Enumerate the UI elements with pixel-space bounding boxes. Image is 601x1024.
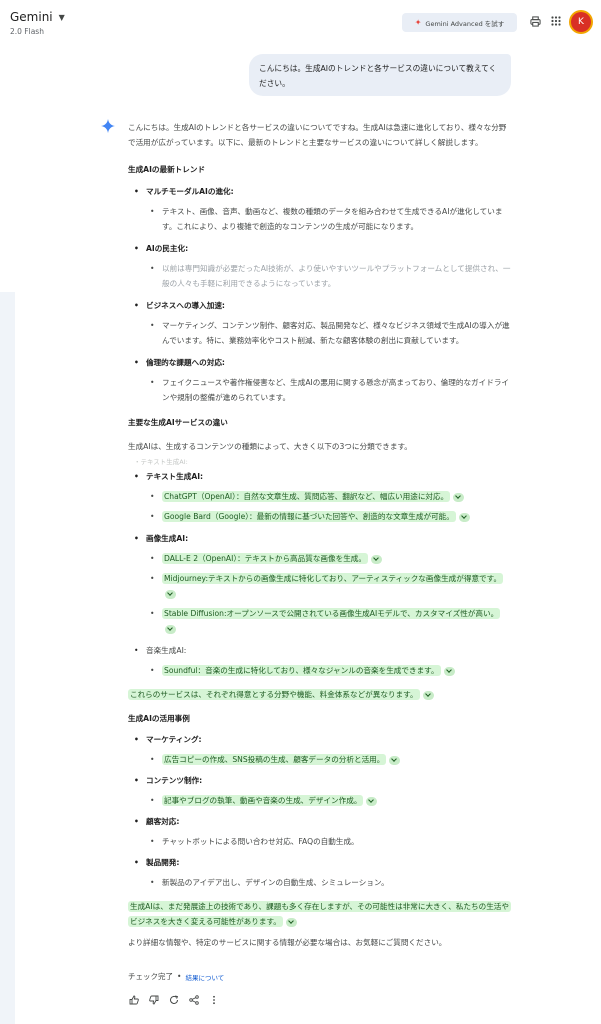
more-vertical-icon xyxy=(213,995,215,1005)
source-item: Stable Diffusion:オープンソースで公開されている画像生成AIモデ… xyxy=(128,606,513,636)
chevron-down-icon[interactable] xyxy=(165,624,176,634)
chevron-down-icon[interactable] xyxy=(443,666,455,676)
trend-title: AIの民主化: xyxy=(128,241,513,256)
source-item: DALL-E 2（OpenAI）：テキストから高品質な画像を生成。 xyxy=(128,551,513,566)
thumbs-down-button[interactable] xyxy=(148,994,160,1006)
model-switcher[interactable]: Gemini ▼ 2.0 Flash xyxy=(10,10,65,36)
sidebar-rail xyxy=(0,292,15,1024)
use-case-title: 顧客対応: xyxy=(128,814,513,829)
source-item: ChatGPT（OpenAI）：自然な文章生成、質問応答、翻訳など、幅広い用途に… xyxy=(128,489,513,504)
use-case-title: 製品開発: xyxy=(128,855,513,870)
grounded-highlight[interactable]: 生成AIは、まだ発展途上の技術であり、課題も多く存在しますが、その可能性は非常に… xyxy=(128,901,511,927)
use-cases-heading: 生成AIの活用事例 xyxy=(128,714,190,723)
category-title: テキスト生成AI: xyxy=(128,469,513,484)
more-options-button[interactable] xyxy=(208,994,220,1006)
apps-grid-icon xyxy=(551,16,561,26)
user-message-bubble: こんにちは。生成AIのトレンドと各サービスの違いについて教えてください。 xyxy=(249,54,511,96)
apps-button[interactable] xyxy=(549,14,563,28)
trend-title: 倫理的な課題への対応: xyxy=(128,355,513,370)
category-title: 画像生成AI: xyxy=(128,531,513,546)
chevron-down-icon[interactable] xyxy=(422,690,434,700)
grounded-highlight[interactable]: Soundful：音楽の生成に特化しており、様々なジャンルの音楽を生成できます。 xyxy=(162,665,441,676)
use-case-detail: チャットボットによる問い合わせ対応、FAQの自動生成。 xyxy=(128,834,513,849)
temporary-chat-button[interactable] xyxy=(528,14,542,28)
check-complete-label: チェック完了 xyxy=(128,972,173,981)
share-icon xyxy=(189,995,199,1005)
source-item: Midjourney:テキストからの画像生成に特化しており、アーティスティックな… xyxy=(128,571,513,601)
trend-title: マルチモーダルAIの進化: xyxy=(128,184,513,199)
account-avatar[interactable]: K xyxy=(571,12,591,32)
trend-detail: 以前は専門知識が必要だったAI技術が、より使いやすいツールやプラットフォームとし… xyxy=(128,261,513,291)
chevron-down-icon[interactable] xyxy=(366,796,378,806)
gemini-spark-icon xyxy=(101,119,115,133)
grounded-highlight[interactable]: これらのサービスは、それぞれ得意とする分野や機能、料金体系などが異なります。 xyxy=(128,689,420,700)
ghost-line: ・テキスト生成AI: xyxy=(134,458,188,466)
chevron-down-icon[interactable] xyxy=(285,917,297,927)
services-intro: 生成AIは、生成するコンテンツの種類によって、大きく以下の3つに分類できます。 xyxy=(128,442,412,451)
grounded-highlight[interactable]: 広告コピーの作成、SNS投稿の生成、顧客データの分析と活用。 xyxy=(162,754,387,765)
chevron-down-icon[interactable] xyxy=(371,554,382,564)
try-advanced-button[interactable]: ✦ Gemini Advanced を試す xyxy=(402,13,517,32)
chevron-down-icon[interactable] xyxy=(165,589,176,599)
thumbs-up-icon xyxy=(129,995,139,1005)
try-advanced-label: Gemini Advanced を試す xyxy=(425,19,505,28)
use-case-detail: 広告コピーの作成、SNS投稿の生成、顧客データの分析と活用。 xyxy=(128,752,513,767)
grounded-highlight[interactable]: DALL-E 2（OpenAI）：テキストから高品質な画像を生成。 xyxy=(162,553,368,564)
grounded-highlight[interactable]: Stable Diffusion:オープンソースで公開されている画像生成AIモデ… xyxy=(162,608,501,619)
response-intro: こんにちは。生成AIのトレンドと各サービスの違いについてですね。生成AIは急速に… xyxy=(128,123,507,147)
services-summary: これらのサービスは、それぞれ得意とする分野や機能、料金体系などが異なります。 xyxy=(128,687,513,702)
caret-down-icon: ▼ xyxy=(58,12,65,22)
double-check-status: チェック完了 • 結果について xyxy=(128,971,224,982)
sparkle-icon: ✦ xyxy=(414,18,422,27)
source-item: Soundful：音楽の生成に特化しており、様々なジャンルの音楽を生成できます。 xyxy=(128,663,513,678)
app-name: Gemini xyxy=(10,10,53,24)
grounded-highlight[interactable]: Google Bard（Google）：最新の情報に基づいた回答や、創造的な文章… xyxy=(162,511,456,522)
regenerate-button[interactable] xyxy=(168,994,180,1006)
category-title: 音楽生成AI: xyxy=(128,643,513,658)
model-label: 2.0 Flash xyxy=(10,27,44,36)
grounded-highlight[interactable]: Midjourney:テキストからの画像生成に特化しており、アーティスティックな… xyxy=(162,573,504,584)
source-item: Google Bard（Google）：最新の情報に基づいた回答や、創造的な文章… xyxy=(128,509,513,524)
printer-icon xyxy=(529,15,541,27)
use-case-detail: 記事やブログの執筆、動画や音楽の生成、デザイン作成。 xyxy=(128,793,513,808)
refresh-icon xyxy=(170,995,179,1004)
conclusion: 生成AIは、まだ発展途上の技術であり、課題も多く存在しますが、その可能性は非常に… xyxy=(128,899,513,929)
chevron-down-icon[interactable] xyxy=(389,755,401,765)
services-heading: 主要な生成AIサービスの違い xyxy=(128,418,228,427)
chevron-down-icon[interactable] xyxy=(453,492,465,502)
trend-detail: マーケティング、コンテンツ制作、顧客対応、製品開発など、様々なビジネス領域で生成… xyxy=(128,318,513,348)
share-button[interactable] xyxy=(188,994,200,1006)
trend-detail: フェイクニュースや著作権侵害など、生成AIの悪用に関する懸念が高まっており、倫理… xyxy=(128,375,513,405)
use-case-detail: 新製品のアイデア出し、デザインの自動生成、シミュレーション。 xyxy=(128,875,513,890)
trend-detail: テキスト、画像、音声、動画など、複数の種類のデータを組み合わせて生成できるAIが… xyxy=(128,204,513,234)
use-case-title: コンテンツ制作: xyxy=(128,773,513,788)
use-case-title: マーケティング: xyxy=(128,732,513,747)
model-response: こんにちは。生成AIのトレンドと各サービスの違いについてですね。生成AIは急速に… xyxy=(128,120,513,950)
separator-dot: • xyxy=(177,972,182,981)
thumbs-up-button[interactable] xyxy=(128,994,140,1006)
closing-text: より詳細な情報や、特定のサービスに関する情報が必要な場合は、お気軽にご質問くださ… xyxy=(128,938,447,947)
thumbs-down-icon xyxy=(149,995,159,1005)
chevron-down-icon[interactable] xyxy=(458,512,470,522)
top-bar: Gemini ▼ 2.0 Flash ✦ Gemini Advanced を試す… xyxy=(0,0,601,44)
trend-title: ビジネスへの導入加速: xyxy=(128,298,513,313)
trends-heading: 生成AIの最新トレンド xyxy=(128,165,206,174)
grounded-highlight[interactable]: ChatGPT（OpenAI）：自然な文章生成、質問応答、翻訳など、幅広い用途に… xyxy=(162,491,451,502)
grounded-highlight[interactable]: 記事やブログの執筆、動画や音楽の生成、デザイン作成。 xyxy=(162,795,364,806)
about-results-link[interactable]: 結果について xyxy=(185,972,224,982)
response-actions xyxy=(128,994,220,1006)
